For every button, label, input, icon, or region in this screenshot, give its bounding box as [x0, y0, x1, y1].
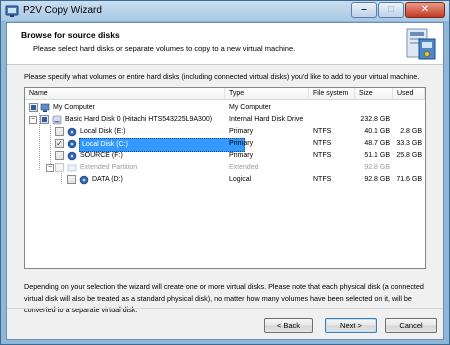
row-name: SOURCE (F:): [80, 152, 123, 159]
cancel-button[interactable]: Cancel: [385, 318, 437, 333]
row-name-wrapper: Local Disk (C:): [79, 138, 245, 152]
list-item[interactable]: Local Disk (E:) Primary NTFS 40.1 GB 2.8…: [25, 126, 425, 138]
column-header-size[interactable]: Size: [355, 88, 393, 100]
row-used: 2.8 GB: [400, 128, 422, 135]
app-icon: [5, 5, 19, 17]
back-button[interactable]: < Back: [264, 318, 313, 333]
next-button[interactable]: Next >: [325, 318, 377, 333]
list-item[interactable]: − Basic Hard Disk 0 (Hitachi HTS543225L9…: [25, 114, 425, 126]
disk-copy-icon: [406, 28, 436, 60]
window-title: P2V Copy Wizard: [23, 5, 102, 16]
row-type: Primary: [229, 128, 254, 135]
row-size: 92.8 GB: [364, 176, 390, 183]
row-size: 232.8 GB: [360, 116, 390, 123]
collapse-toggle[interactable]: −: [46, 164, 54, 172]
title-bar[interactable]: P2V Copy Wizard – □ ✕: [1, 1, 449, 21]
row-size: 51.1 GB: [364, 152, 390, 159]
volume-icon: [67, 139, 77, 149]
row-name: Local Disk (E:): [80, 128, 126, 135]
list-header: Name Type File system Size Used: [25, 88, 425, 100]
row-used: 71.6 GB: [396, 176, 422, 183]
row-filesystem: NTFS: [313, 140, 332, 147]
collapse-toggle[interactable]: −: [29, 116, 37, 124]
row-name: Extended Partition: [80, 164, 138, 171]
volume-icon: [67, 127, 77, 137]
row-filesystem: NTFS: [313, 152, 332, 159]
column-header-name[interactable]: Name: [25, 88, 225, 100]
column-header-type[interactable]: Type: [225, 88, 309, 100]
row-size: 48.7 GB: [364, 140, 390, 147]
row-checkbox[interactable]: [55, 127, 64, 136]
row-type: My Computer: [229, 104, 272, 111]
list-item[interactable]: ✓ Local Disk (C:) Primary NTFS 48.7 GB 3…: [25, 138, 425, 152]
wizard-header: Browse for source disks Please select ha…: [7, 23, 443, 65]
row-size: 40.1 GB: [364, 128, 390, 135]
row-checkbox[interactable]: [67, 175, 76, 184]
maximize-button[interactable]: □: [378, 2, 404, 18]
row-checkbox[interactable]: [40, 115, 49, 124]
row-filesystem: NTFS: [313, 176, 332, 183]
extended-partition-icon: [67, 164, 77, 172]
list-item[interactable]: SOURCE (F:) Primary NTFS 51.1 GB 25.8 GB: [25, 150, 425, 162]
row-checkbox[interactable]: ✓: [55, 139, 64, 148]
row-filesystem: NTFS: [313, 128, 332, 135]
row-type: Extended: [229, 164, 259, 171]
row-type: Primary: [229, 152, 254, 159]
row-used: 25.8 GB: [396, 152, 422, 159]
row-name: Basic Hard Disk 0 (Hitachi HTS543225L9A3…: [65, 116, 213, 123]
row-used: 33.3 GB: [396, 140, 422, 147]
page-subtitle: Please select hard disks or separate vol…: [33, 44, 296, 53]
footer-divider: [7, 308, 443, 309]
instructions-text: Please specify what volumes or entire ha…: [24, 72, 420, 81]
column-header-filesystem[interactable]: File system: [309, 88, 355, 100]
volume-icon: [67, 151, 77, 161]
row-checkbox[interactable]: [29, 103, 38, 112]
disk-tree-list[interactable]: Name Type File system Size Used My Compu…: [24, 87, 426, 269]
row-type: Primary: [229, 140, 254, 147]
info-text: Depending on your selection the wizard w…: [24, 282, 424, 314]
caption-buttons: – □ ✕: [351, 2, 445, 18]
row-name: My Computer: [53, 104, 96, 111]
close-button[interactable]: ✕: [405, 2, 445, 18]
hard-disk-icon: [52, 115, 62, 125]
list-item[interactable]: − Extended Partition Extended 92.8 GB: [25, 162, 425, 174]
computer-icon: [40, 103, 50, 112]
column-header-used[interactable]: Used: [393, 88, 425, 100]
row-checkbox[interactable]: [55, 163, 64, 172]
row-name: DATA (D:): [92, 176, 123, 183]
list-item[interactable]: DATA (D:) Logical NTFS 92.8 GB 71.6 GB: [25, 174, 425, 186]
page-title: Browse for source disks: [21, 30, 120, 40]
wizard-client-area: Browse for source disks Please select ha…: [6, 22, 444, 340]
list-item[interactable]: My Computer My Computer: [25, 102, 425, 114]
row-checkbox[interactable]: [55, 151, 64, 160]
minimize-button[interactable]: –: [351, 2, 377, 18]
row-type: Logical: [229, 176, 252, 183]
row-type: Internal Hard Disk Drive: [229, 116, 304, 123]
wizard-window: P2V Copy Wizard – □ ✕ Browse for source …: [0, 0, 450, 345]
volume-icon: [79, 175, 89, 185]
row-size: 92.8 GB: [364, 164, 390, 171]
